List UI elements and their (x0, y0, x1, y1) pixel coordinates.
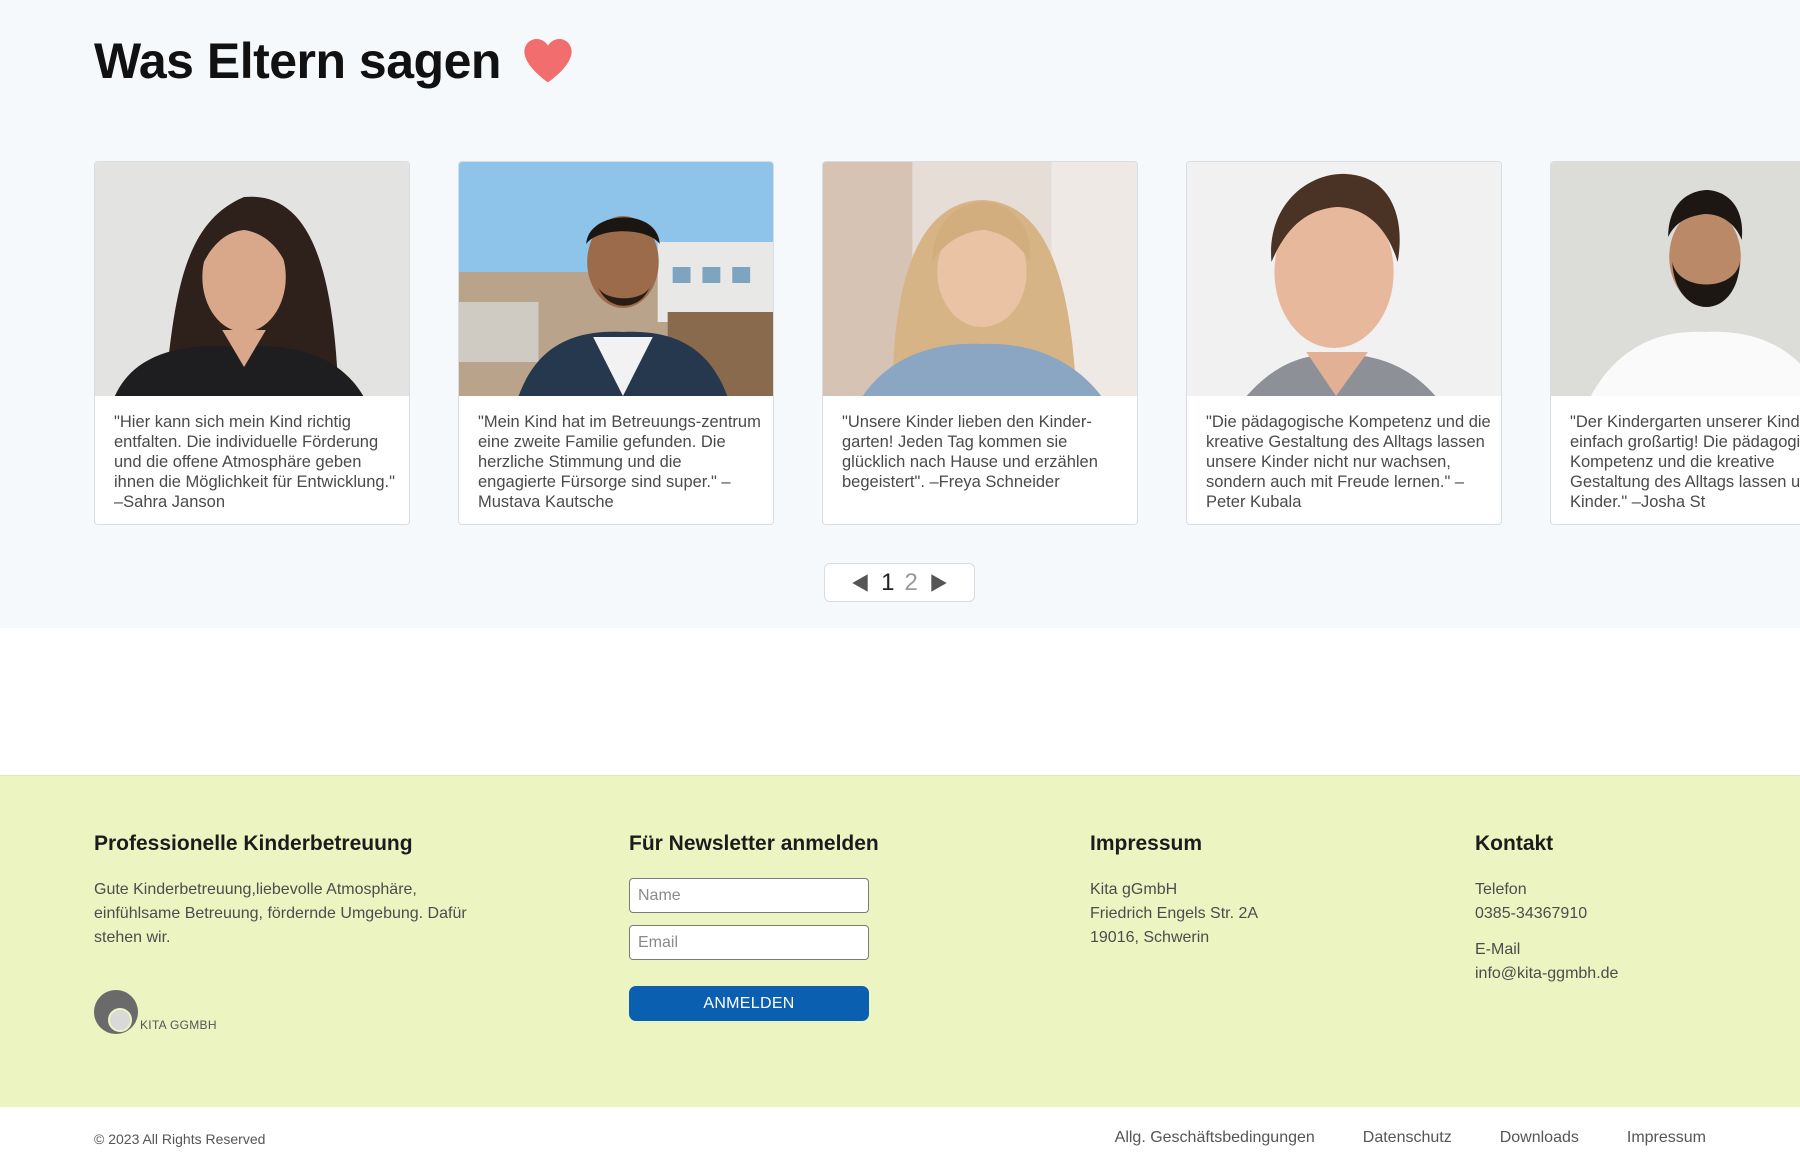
parent-photo (823, 162, 1137, 396)
section-title: Was Eltern sagen (94, 33, 501, 89)
testimonial-quote: "Mein Kind hat im Betreuungs-zentrum ein… (478, 413, 761, 511)
footer-impressum: Impressum Kita gGmbH Friedrich Engels St… (1090, 832, 1350, 950)
triangle-right-icon[interactable] (928, 572, 950, 594)
link-impressum[interactable]: Impressum (1627, 1129, 1706, 1147)
link-datenschutz[interactable]: Datenschutz (1363, 1129, 1452, 1147)
parent-photo (95, 162, 409, 396)
email-label: E-Mail (1475, 941, 1521, 958)
testimonial-quote: "Hier kann sich mein Kind richtig entfal… (114, 413, 395, 511)
parent-photo (459, 162, 773, 396)
testimonial-card: "Mein Kind hat im Betreuungs-zentrum ein… (458, 161, 774, 525)
impressum-company: Kita gGmbH (1090, 881, 1178, 898)
heart-icon (524, 38, 572, 83)
page-1-indicator[interactable]: 1 (881, 569, 894, 597)
footer-about: Professionelle Kinderbetreuung Gute Kind… (94, 832, 494, 1034)
parent-photo (1551, 162, 1800, 396)
footer: Professionelle Kinderbetreuung Gute Kind… (0, 775, 1800, 1107)
newsletter-name-input[interactable] (629, 878, 869, 913)
phone-number[interactable]: 0385-34367910 (1475, 902, 1735, 926)
kontakt-title: Kontakt (1475, 832, 1554, 855)
company-logo: KITA GGMBH (94, 990, 494, 1034)
triangle-left-icon[interactable] (849, 572, 871, 594)
testimonial-quote: "Die pädagogische Kompetenz und die krea… (1206, 413, 1491, 511)
testimonial-card: "Der Kindergarten unserer Kinder ist ein… (1550, 161, 1800, 525)
logo-mark (94, 990, 138, 1034)
phone-label: Telefon (1475, 881, 1527, 898)
parent-photo (1187, 162, 1501, 396)
link-downloads[interactable]: Downloads (1500, 1129, 1579, 1147)
page-2-indicator[interactable]: 2 (905, 569, 918, 597)
testimonial-card: "Unsere Kinder lieben den Kinder-garten!… (822, 161, 1138, 525)
logo-text: KITA GGMBH (140, 1018, 217, 1032)
newsletter-submit-button[interactable]: ANMELDEN (629, 986, 869, 1021)
impressum-title: Impressum (1090, 832, 1203, 855)
footer-about-text: Gute Kinderbetreuung,liebevolle Atmosphä… (94, 881, 467, 946)
testimonials-heading: Was Eltern sagen (94, 32, 575, 90)
email-address[interactable]: info@kita-ggmbh.de (1475, 962, 1735, 986)
impressum-city: 19016, Schwerin (1090, 929, 1210, 946)
testimonial-quote: "Unsere Kinder lieben den Kinder-garten!… (842, 413, 1098, 491)
link-agb[interactable]: Allg. Geschäftsbedingungen (1115, 1129, 1315, 1147)
carousel-pager: 1 2 (824, 563, 975, 602)
footer-kontakt: Kontakt Telefon 0385-34367910 E-Mail inf… (1475, 832, 1735, 986)
testimonial-card: "Die pädagogische Kompetenz und die krea… (1186, 161, 1502, 525)
testimonial-quote: "Der Kindergarten unserer Kinder ist ein… (1570, 413, 1800, 511)
newsletter-title: Für Newsletter anmelden (629, 832, 879, 855)
footer-newsletter: Für Newsletter anmelden ANMELDEN (629, 832, 889, 1021)
impressum-street: Friedrich Engels Str. 2A (1090, 905, 1259, 922)
newsletter-email-input[interactable] (629, 925, 869, 960)
testimonial-card: "Hier kann sich mein Kind richtig entfal… (94, 161, 410, 525)
testimonial-carousel: "Hier kann sich mein Kind richtig entfal… (94, 161, 1800, 526)
testimonials-section: Was Eltern sagen "Hier kann sich mein Ki… (0, 0, 1800, 628)
footer-about-title: Professionelle Kinderbetreuung (94, 832, 413, 855)
legal-links: Allg. Geschäftsbedingungen Datenschutz D… (1115, 1129, 1706, 1147)
copyright: © 2023 All Rights Reserved (94, 1131, 266, 1147)
bottom-bar: © 2023 All Rights Reserved Allg. Geschäf… (0, 1107, 1800, 1171)
